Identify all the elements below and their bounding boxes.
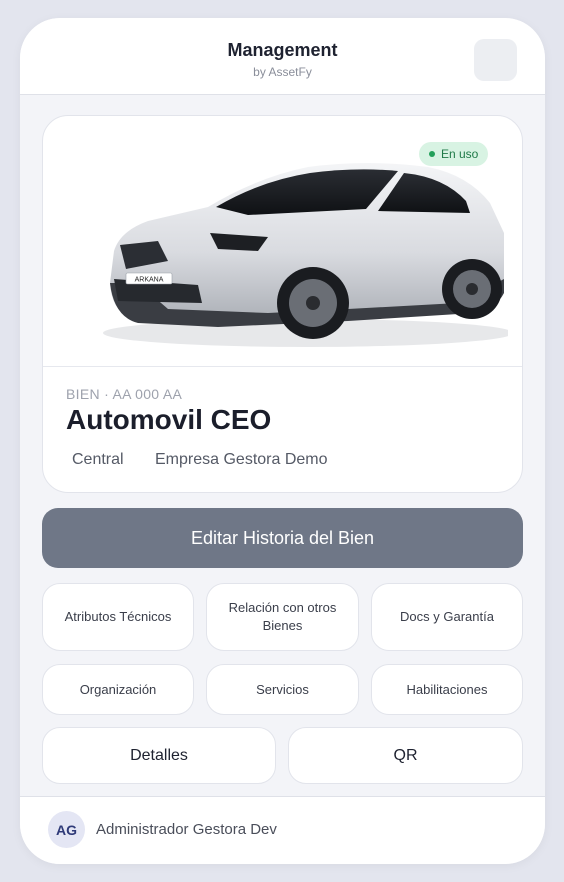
plate-text: ARKANA [135, 277, 164, 284]
avatar[interactable]: AG [48, 811, 85, 848]
permits-button[interactable]: Habilitaciones [371, 664, 523, 715]
user-name: Administrador Gestora Dev [96, 821, 277, 838]
related-assets-button[interactable]: Relación con otros Bienes [206, 583, 359, 651]
organization-button[interactable]: Organización [42, 664, 194, 715]
asset-location: Central [72, 451, 124, 468]
related-assets-label: Relación con otros Bienes [228, 600, 337, 633]
asset-company: Empresa Gestora Demo [155, 451, 328, 468]
status-dot-icon [429, 151, 435, 157]
app-frame: Management by AssetFy ARKANA En uso BIEN… [20, 18, 545, 864]
asset-name: Automovil CEO [66, 404, 272, 435]
details-button[interactable]: Detalles [42, 727, 276, 784]
edit-history-button[interactable]: Editar Historia del Bien [42, 508, 523, 568]
permits-label: Habilitaciones [406, 681, 488, 697]
technical-attributes-button[interactable]: Atributos Técnicos [42, 583, 194, 651]
details-label: Detalles [130, 746, 188, 764]
docs-warranty-button[interactable]: Docs y Garantía [371, 583, 523, 651]
status-label: En uso [441, 147, 479, 161]
technical-attributes-label: Atributos Técnicos [64, 609, 172, 624]
app-header: Management by AssetFy [20, 18, 545, 95]
app-subtitle: by AssetFy [253, 65, 312, 79]
header-action-button[interactable] [474, 39, 517, 81]
services-label: Servicios [256, 681, 309, 697]
asset-code: BIEN · AA 000 AA [66, 386, 183, 402]
card-divider [43, 366, 522, 367]
status-badge: En uso [419, 142, 489, 166]
user-footer: AG Administrador Gestora Dev [20, 796, 545, 864]
app-title: Management [227, 40, 338, 60]
organization-label: Organización [79, 681, 157, 697]
qr-label: QR [393, 746, 418, 764]
asset-photo: ARKANA [98, 133, 508, 357]
services-button[interactable]: Servicios [206, 664, 359, 715]
car-image: ARKANA [103, 163, 508, 347]
qr-button[interactable]: QR [288, 727, 523, 784]
asset-card: ARKANA En uso BIEN · AA 000 AA Automovil… [42, 115, 523, 493]
docs-warranty-label: Docs y Garantía [400, 609, 494, 624]
